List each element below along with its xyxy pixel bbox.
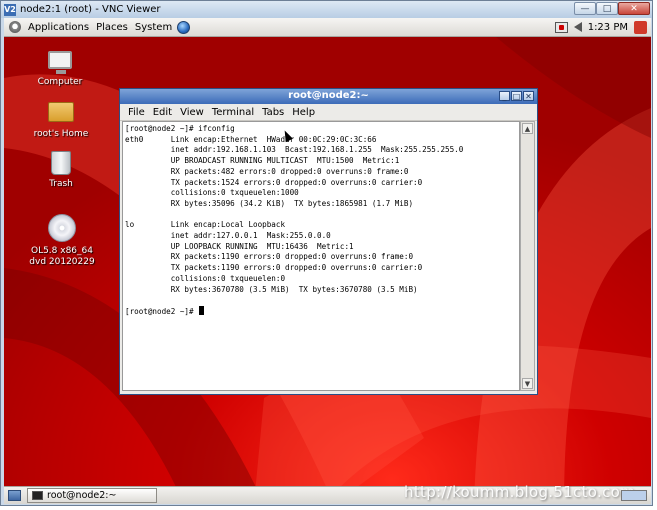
desktop-icon-label: Computer: [37, 77, 83, 87]
dvd-icon: [48, 214, 76, 242]
terminal-line: RX bytes:35096 (34.2 KiB) TX bytes:18659…: [125, 198, 414, 208]
menu-edit[interactable]: Edit: [153, 107, 172, 118]
terminal-scrollbar[interactable]: ▲ ▼: [520, 121, 535, 391]
gnome-bottom-panel: root@node2:~ http://koumm.blog.51cto.com: [4, 483, 651, 504]
terminal-line: RX packets:482 errors:0 dropped:0 overru…: [125, 166, 409, 176]
scroll-down-arrow-icon[interactable]: ▼: [522, 378, 533, 389]
terminal-close-button[interactable]: ✕: [523, 91, 534, 101]
logout-icon[interactable]: [634, 20, 647, 34]
desktop-icon-label: OL5.8 x86_64 dvd 20120229: [29, 246, 95, 267]
scroll-up-arrow-icon[interactable]: ▲: [522, 123, 533, 134]
terminal-output-area[interactable]: [root@node2 ~]# ifconfig eth0 Link encap…: [122, 121, 520, 391]
computer-icon: [48, 51, 72, 74]
terminal-line: collisions:0 txqueuelen:1000: [125, 188, 299, 198]
terminal-minimize-button[interactable]: _: [499, 91, 510, 101]
taskbar-button-terminal[interactable]: root@node2:~: [27, 488, 157, 503]
desktop-icon-trash[interactable]: Trash: [26, 151, 96, 190]
watermark-text: http://koumm.blog.51cto.com: [404, 483, 635, 501]
terminal-prompt: [root@node2 ~]#: [125, 306, 199, 316]
vnc-viewer-window: V2 node2:1 (root) - VNC Viewer — □ ✕ App…: [0, 0, 653, 506]
network-icon[interactable]: [554, 21, 568, 33]
terminal-line: inet addr:192.168.1.103 Bcast:192.168.1.…: [125, 145, 464, 155]
panel-clock[interactable]: 1:23 PM: [588, 22, 628, 33]
desktop-icon-computer[interactable]: Computer: [25, 51, 95, 88]
terminal-text: [root@node2 ~]# ifconfig eth0 Link encap…: [123, 122, 519, 318]
menu-system[interactable]: System: [135, 22, 172, 33]
vnc-titlebar[interactable]: V2 node2:1 (root) - VNC Viewer — □ ✕: [1, 1, 652, 18]
menu-file[interactable]: File: [128, 107, 145, 118]
terminal-line: UP LOOPBACK RUNNING MTU:16436 Metric:1: [125, 241, 354, 251]
vnc-app-icon: V2: [4, 3, 16, 16]
terminal-window: root@node2:~ _ □ ✕ File Edit View Termin…: [119, 88, 538, 395]
vnc-maximize-button[interactable]: □: [596, 2, 618, 15]
menu-terminal[interactable]: Terminal: [212, 107, 254, 118]
terminal-line: [root@node2 ~]# ifconfig: [125, 124, 235, 133]
terminal-line: collisions:0 txqueuelen:0: [125, 273, 286, 283]
desktop-icon-dvd[interactable]: OL5.8 x86_64 dvd 20120229: [22, 214, 102, 268]
menu-help[interactable]: Help: [292, 107, 315, 118]
vnc-window-title: node2:1 (root) - VNC Viewer: [20, 4, 161, 15]
terminal-line: RX bytes:3670780 (3.5 MiB) TX bytes:3670…: [125, 284, 418, 294]
terminal-titlebar[interactable]: root@node2:~ _ □ ✕: [120, 89, 537, 104]
terminal-line: lo Link encap:Local Loopback: [125, 220, 286, 230]
gnome-top-panel: Applications Places System 1:23 PM: [4, 18, 651, 37]
terminal-menubar: File Edit View Terminal Tabs Help: [120, 104, 537, 121]
desktop-icon-label: Trash: [49, 179, 73, 189]
desktop-icon-home[interactable]: root's Home: [26, 102, 96, 140]
terminal-icon: [32, 491, 43, 500]
taskbar-button-label: root@node2:~: [47, 490, 117, 501]
terminal-line: TX packets:1524 errors:0 dropped:0 overr…: [125, 177, 423, 187]
volume-icon[interactable]: [573, 22, 582, 32]
terminal-line: eth0 Link encap:Ethernet HWaddr 00:0C:29…: [125, 134, 377, 144]
vnc-minimize-button[interactable]: —: [574, 2, 596, 15]
terminal-line: UP BROADCAST RUNNING MULTICAST MTU:1500 …: [125, 156, 400, 166]
menu-view[interactable]: View: [180, 107, 204, 118]
show-desktop-icon[interactable]: [8, 490, 21, 501]
trash-icon: [51, 151, 71, 175]
gnome-foot-icon[interactable]: [9, 21, 21, 33]
terminal-title: root@node2:~: [288, 90, 369, 101]
terminal-line: inet addr:127.0.0.1 Mask:255.0.0.0: [125, 231, 331, 241]
menu-applications[interactable]: Applications: [28, 22, 89, 33]
desktop-icon-label: root's Home: [33, 129, 89, 139]
menu-places[interactable]: Places: [96, 22, 128, 33]
panel-tray: 1:23 PM: [554, 18, 651, 36]
remote-desktop[interactable]: Applications Places System 1:23 PM Compu…: [4, 18, 651, 504]
terminal-cursor: [199, 305, 205, 315]
menu-tabs[interactable]: Tabs: [262, 107, 284, 118]
web-browser-icon[interactable]: [177, 20, 191, 34]
vnc-close-button[interactable]: ✕: [618, 2, 650, 15]
terminal-line: RX packets:1190 errors:0 dropped:0 overr…: [125, 252, 414, 262]
workspace-switcher[interactable]: [621, 490, 647, 501]
terminal-maximize-button[interactable]: □: [511, 91, 522, 101]
home-folder-icon: [48, 102, 74, 122]
terminal-line: TX packets:1190 errors:0 dropped:0 overr…: [125, 263, 423, 273]
